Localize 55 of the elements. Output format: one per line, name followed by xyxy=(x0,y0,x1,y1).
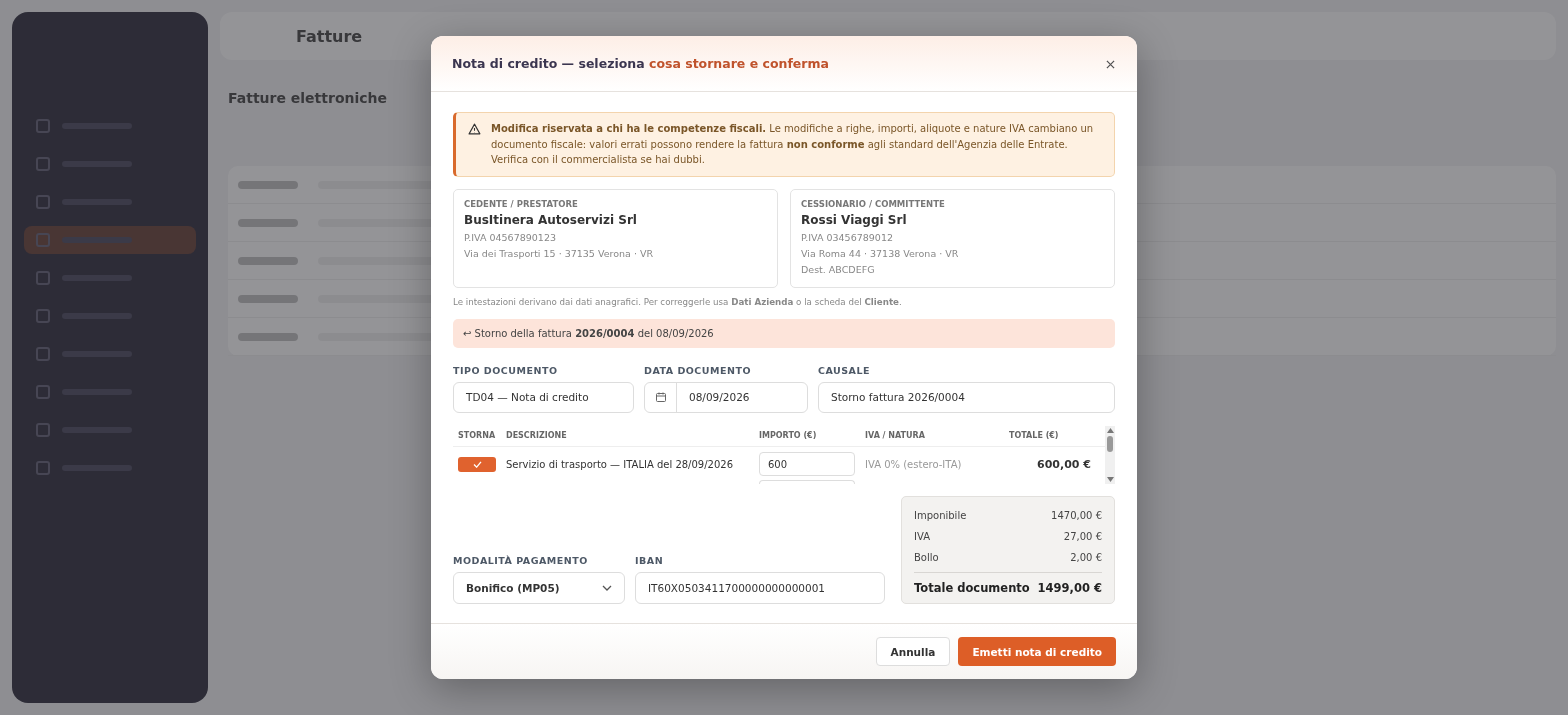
warning-text: Modifica riservata a chi ha le competenze fiscali. Le modifiche a righe, importi, aliquote e nature IVA cambiano un documento fiscale: valori errati possono rendere la fattura non conforme agli standard dell'Agenzia delle Entrate. Verifica con il commercialista se hai dubbi. xyxy=(491,123,1094,165)
table-cell-text: 600,00 € xyxy=(1036,457,1092,471)
input-field[interactable]: TD04 — Nota di credito xyxy=(453,381,634,413)
column-header: DESCRIZIONE xyxy=(506,430,568,442)
scrollbar-thumb[interactable] xyxy=(1107,435,1113,452)
field-label: DATA DOCUMENTO xyxy=(644,364,752,376)
storno-text: ↩ Storno della fattura 2026/0004 del 08/09/2026 xyxy=(463,327,714,339)
field-label: MODALITÀ PAGAMENTO xyxy=(453,554,589,566)
grand-total-value: 1499,00 € xyxy=(1037,580,1102,595)
party-detail: Dest. ABCDEFG xyxy=(801,262,876,277)
column-header: TOTALE (€) xyxy=(1009,430,1060,442)
scrollbar[interactable] xyxy=(1105,425,1115,484)
total-value: 1470,00 € xyxy=(1051,509,1102,521)
confirm-button[interactable]: Emetti nota di credito xyxy=(958,637,1116,666)
table-cell-text: IVA 0% (estero-ITA) xyxy=(865,458,963,470)
party-detail: P.IVA 04567890123 xyxy=(464,230,557,245)
column-header: STORNA xyxy=(458,430,497,442)
section-title: Fatture elettroniche xyxy=(227,90,389,106)
party-label: CEDENTE / PRESTATORE xyxy=(464,198,579,209)
check-icon xyxy=(472,460,482,468)
iban-field[interactable]: IT60X0503411700000000000001 xyxy=(635,571,885,604)
party-detail: Via dei Trasporti 15 · 37135 Verona · VR xyxy=(464,246,655,261)
column-header: IVA / NATURA xyxy=(865,430,926,442)
party-label: CESSIONARIO / COMMITTENTE xyxy=(801,198,946,209)
total-label: Imponibile xyxy=(914,509,967,521)
grand-total-label: Totale documento xyxy=(914,580,1030,595)
chevron-down-icon xyxy=(602,584,612,591)
field-label: IBAN xyxy=(635,554,665,566)
page-title: Fatture xyxy=(296,26,363,46)
scroll-up-icon[interactable] xyxy=(1106,427,1114,433)
input-field[interactable]: Storno fattura 2026/0004 xyxy=(818,381,1115,413)
dialog-title: Nota di credito — seleziona cosa stornare e conferma xyxy=(452,56,829,71)
party-name: Rossi Viaggi Srl xyxy=(801,212,908,227)
info-note: Le intestazioni derivano dai dati anagrafici. Per correggerle usa Dati Azienda o la scheda del Cliente. xyxy=(453,296,902,307)
field-label: TIPO DOCUMENTO xyxy=(453,364,559,376)
table-cell-text: Servizio di trasporto — ITALIA del 28/09/2026 xyxy=(506,458,735,470)
checkbox[interactable] xyxy=(458,456,496,472)
party-detail: P.IVA 03456789012 xyxy=(801,230,894,245)
column-header: IMPORTO (€) xyxy=(759,430,818,442)
warning-icon xyxy=(468,123,481,135)
total-label: Bollo xyxy=(914,551,939,563)
scroll-down-icon[interactable] xyxy=(1106,476,1114,482)
payment-select[interactable]: Bonifico (MP05) xyxy=(453,571,625,604)
sidebar-item[interactable] xyxy=(24,226,196,254)
calendar-icon xyxy=(654,391,667,403)
total-value: 27,00 € xyxy=(1063,530,1102,542)
party-detail: Via Roma 44 · 37138 Verona · VR xyxy=(801,246,960,261)
date-field[interactable]: 08/09/2026 xyxy=(644,381,808,413)
field-label: CAUSALE xyxy=(818,364,871,376)
cancel-button[interactable]: Annulla xyxy=(875,637,951,666)
total-label: IVA xyxy=(914,530,930,542)
party-name: BusItinera Autoservizi Srl xyxy=(464,212,638,227)
amount-field[interactable]: 600 xyxy=(759,452,855,476)
total-value: 2,00 € xyxy=(1070,551,1102,563)
close-icon xyxy=(1106,59,1115,69)
